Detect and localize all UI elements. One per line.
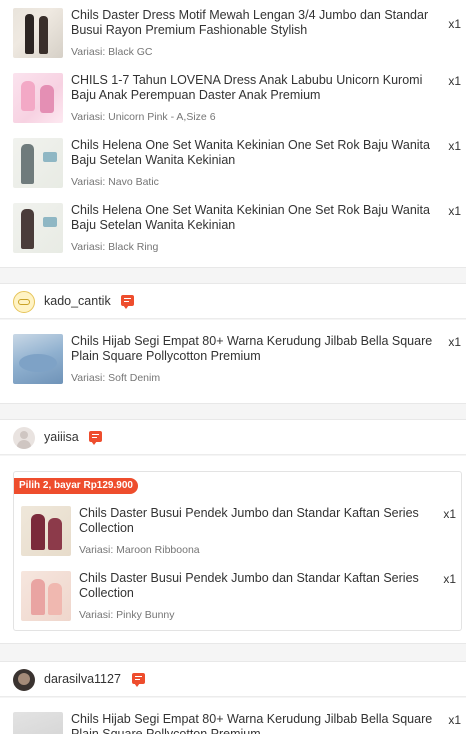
list-item[interactable]: Chils Daster Busui Pendek Jumbo dan Stan… (8, 568, 462, 632)
product-thumbnail (21, 571, 71, 621)
product-title: Chils Helena One Set Wanita Kekinian One… (71, 203, 430, 232)
product-quantity: x1 (448, 139, 461, 153)
product-title: Chils Hijab Segi Empat 80+ Warna Kerudun… (71, 712, 433, 734)
list-item[interactable]: Chils Hijab Segi Empat 80+ Warna Kerudun… (0, 331, 466, 395)
shop-header[interactable]: yaiiisa (0, 419, 466, 455)
bundle-promo-badge: Pilih 2, bayar Rp129.900 (14, 478, 138, 494)
list-item[interactable]: Chils Helena One Set Wanita Kekinian One… (0, 135, 466, 199)
product-variant: Variasi: Pinky Bunny (79, 609, 175, 621)
shop-header[interactable]: kado_cantik (0, 283, 466, 319)
chat-icon[interactable] (132, 673, 145, 687)
product-title: Chils Helena One Set Wanita Kekinian One… (71, 138, 430, 167)
product-title: Chils Hijab Segi Empat 80+ Warna Kerudun… (71, 334, 433, 363)
product-quantity: x1 (448, 17, 461, 31)
shop-name: yaiiisa (44, 430, 79, 444)
list-item[interactable]: Chils Daster Busui Pendek Jumbo dan Stan… (8, 503, 462, 567)
product-title: Chils Daster Dress Motif Mewah Lengan 3/… (71, 8, 429, 37)
list-item[interactable]: Chils Helena One Set Wanita Kekinian One… (0, 200, 466, 264)
chat-icon[interactable] (89, 431, 102, 445)
shop-avatar (13, 427, 35, 449)
product-quantity: x1 (448, 74, 461, 88)
product-title: Chils Daster Busui Pendek Jumbo dan Stan… (79, 506, 419, 535)
product-thumbnail (21, 506, 71, 556)
product-variant: Variasi: Soft Denim (71, 372, 161, 384)
shop-header[interactable]: darasilva1127 (0, 661, 466, 697)
list-item[interactable]: Chils Daster Dress Motif Mewah Lengan 3/… (0, 5, 466, 69)
product-title: Chils Daster Busui Pendek Jumbo dan Stan… (79, 571, 419, 600)
product-thumbnail (13, 138, 63, 188)
product-title: CHILS 1-7 Tahun LOVENA Dress Anak Labubu… (71, 73, 423, 102)
product-quantity: x1 (448, 204, 461, 218)
product-variant: Variasi: Black GC (71, 46, 153, 58)
product-thumbnail (13, 203, 63, 253)
product-variant: Variasi: Unicorn Pink - A,Size 6 (71, 111, 216, 123)
product-variant: Variasi: Maroon Ribboona (79, 544, 200, 556)
product-thumbnail (13, 73, 63, 123)
product-thumbnail (13, 334, 63, 384)
shop-avatar (13, 669, 35, 691)
product-thumbnail (13, 712, 63, 734)
product-quantity: x1 (448, 713, 461, 727)
shop-name: darasilva1127 (44, 672, 121, 686)
shop-avatar (13, 291, 35, 313)
chat-icon[interactable] (121, 295, 134, 309)
product-quantity: x1 (443, 572, 456, 586)
product-quantity: x1 (448, 335, 461, 349)
product-thumbnail (13, 8, 63, 58)
product-variant: Variasi: Navo Batic (71, 176, 159, 188)
list-item[interactable]: Chils Hijab Segi Empat 80+ Warna Kerudun… (0, 709, 466, 734)
shop-name: kado_cantik (44, 294, 111, 308)
product-variant: Variasi: Black Ring (71, 241, 159, 253)
product-quantity: x1 (443, 507, 456, 521)
list-item[interactable]: CHILS 1-7 Tahun LOVENA Dress Anak Labubu… (0, 70, 466, 134)
